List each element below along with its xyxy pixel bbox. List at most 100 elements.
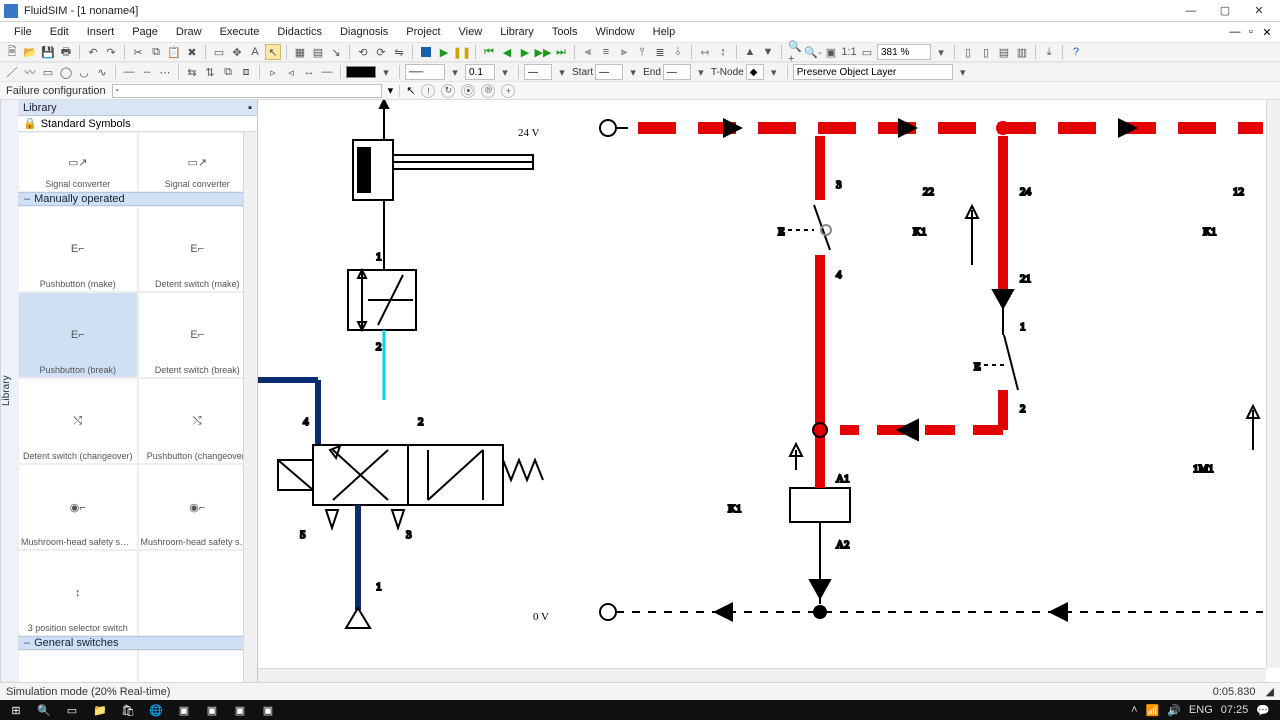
- step-fwd-icon[interactable]: ▶: [517, 44, 533, 60]
- lib-item[interactable]: [18, 650, 138, 682]
- rect-tool-icon[interactable]: ▭: [40, 64, 56, 80]
- cut-icon[interactable]: ✂: [130, 44, 146, 60]
- failure-dd-icon[interactable]: ▾: [388, 84, 394, 97]
- save-icon[interactable]: 💾: [40, 44, 56, 60]
- zoom-in-icon[interactable]: 🔍+: [787, 44, 803, 60]
- lib-item[interactable]: ◉⌐Mushroom-head safety sw…: [138, 464, 258, 550]
- ellipse-tool-icon[interactable]: ◯: [58, 64, 74, 80]
- menu-help[interactable]: Help: [645, 24, 684, 40]
- layout-a-icon[interactable]: ▯: [960, 44, 976, 60]
- ungroup-icon[interactable]: ⧈: [238, 64, 254, 80]
- rotate-left-icon[interactable]: ⟲: [355, 44, 371, 60]
- close-button[interactable]: ✕: [1242, 0, 1276, 22]
- flip-icon[interactable]: ⇋: [391, 44, 407, 60]
- open-file-icon[interactable]: 📂: [22, 44, 38, 60]
- node-style-dd-icon[interactable]: ▾: [766, 64, 782, 80]
- stop-button[interactable]: [418, 44, 434, 60]
- linestyle-solid-icon[interactable]: —: [121, 64, 137, 80]
- help-icon[interactable]: ?: [1068, 44, 1084, 60]
- node-style-field[interactable]: ◆: [746, 64, 764, 80]
- snap-icon[interactable]: ▤: [310, 44, 326, 60]
- menu-insert[interactable]: Insert: [79, 24, 123, 40]
- rotate-right-icon[interactable]: ⟳: [373, 44, 389, 60]
- menu-library[interactable]: Library: [492, 24, 542, 40]
- search-icon[interactable]: 🔍: [32, 700, 56, 720]
- redo-icon[interactable]: ↷: [103, 44, 119, 60]
- library-std-header[interactable]: 🔒 Standard Symbols: [18, 116, 257, 132]
- undo-icon[interactable]: ↶: [85, 44, 101, 60]
- canvas-vscrollbar[interactable]: [1266, 100, 1280, 668]
- lib-item[interactable]: ⤭Pushbutton (changeover): [138, 378, 258, 464]
- step-fwd2-icon[interactable]: ▶▶: [535, 44, 551, 60]
- zoom-dropdown-icon[interactable]: ▾: [933, 44, 949, 60]
- align-top-icon[interactable]: ⫯: [634, 44, 650, 60]
- zoom-page-icon[interactable]: ▭: [859, 44, 875, 60]
- status-resize-icon[interactable]: ◢: [1266, 685, 1274, 698]
- store-icon[interactable]: 🛍: [116, 700, 140, 720]
- layer-dd-icon[interactable]: ▾: [955, 64, 971, 80]
- tray-network-icon[interactable]: 📶: [1146, 704, 1160, 717]
- mdi-restore-icon[interactable]: ▫: [1244, 25, 1258, 39]
- arrow-both-icon[interactable]: ↔: [301, 64, 317, 80]
- lib-item[interactable]: [138, 650, 258, 682]
- arrow-end-icon[interactable]: ◃: [283, 64, 299, 80]
- menu-execute[interactable]: Execute: [212, 24, 268, 40]
- menu-didactics[interactable]: Didactics: [269, 24, 330, 40]
- zoom-field[interactable]: 381 %: [877, 44, 931, 60]
- grid-icon[interactable]: ▦: [292, 44, 308, 60]
- arrow-none-icon[interactable]: —: [319, 64, 335, 80]
- indicator-3-icon[interactable]: ⦿: [461, 84, 475, 98]
- spline-tool-icon[interactable]: ∿: [94, 64, 110, 80]
- copy-icon[interactable]: ⧉: [148, 44, 164, 60]
- tray-notifications-icon[interactable]: 💬: [1256, 704, 1270, 717]
- connector-icon[interactable]: ↘: [328, 44, 344, 60]
- export-icon[interactable]: ⤓: [1041, 44, 1057, 60]
- canvas-hscrollbar[interactable]: [258, 668, 1266, 682]
- polyline-tool-icon[interactable]: 〰: [22, 64, 38, 80]
- menu-draw[interactable]: Draw: [168, 24, 210, 40]
- minimize-button[interactable]: —: [1174, 0, 1208, 22]
- lib-item[interactable]: ↕3 position selector switch: [18, 550, 138, 636]
- library-close-icon[interactable]: ▪: [248, 102, 252, 114]
- tray-clock[interactable]: 07:25: [1221, 704, 1249, 716]
- align-bot-icon[interactable]: ⫰: [670, 44, 686, 60]
- taskview-icon[interactable]: ▭: [60, 700, 84, 720]
- lib-category-manual[interactable]: – Manually operated: [18, 192, 257, 206]
- line-tool-icon[interactable]: ／: [4, 64, 20, 80]
- explorer-icon[interactable]: 📁: [88, 700, 112, 720]
- paste-icon[interactable]: 📋: [166, 44, 182, 60]
- pointer-icon[interactable]: ↖: [406, 84, 415, 97]
- distribute-v-icon[interactable]: ↕: [715, 44, 731, 60]
- lib-item[interactable]: ▭↗ Signal converter: [138, 132, 258, 192]
- menu-window[interactable]: Window: [588, 24, 643, 40]
- tray-chevron-icon[interactable]: ˄: [1131, 704, 1137, 716]
- start-arrow-dd-icon[interactable]: ▾: [554, 64, 570, 80]
- mdi-minimize-icon[interactable]: —: [1228, 25, 1242, 39]
- app-task-icon[interactable]: ▣: [200, 700, 224, 720]
- failure-select[interactable]: -: [112, 84, 382, 98]
- start-button[interactable]: ⊞: [4, 700, 28, 720]
- tnode-field[interactable]: —: [663, 64, 691, 80]
- end-arrow-dd-icon[interactable]: ▾: [625, 64, 641, 80]
- end-arrow-field[interactable]: —: [595, 64, 623, 80]
- align-mid-icon[interactable]: ≣: [652, 44, 668, 60]
- menu-tools[interactable]: Tools: [544, 24, 586, 40]
- align-center-icon[interactable]: ≡: [598, 44, 614, 60]
- start-arrow-field[interactable]: —: [524, 64, 552, 80]
- line-pattern-dropdown-icon[interactable]: ▾: [447, 64, 463, 80]
- step-last-icon[interactable]: ⏭: [553, 44, 569, 60]
- indicator-1-icon[interactable]: !: [421, 84, 435, 98]
- tnode-dd-icon[interactable]: ▾: [693, 64, 709, 80]
- lib-item[interactable]: ⤭Detent switch (changeover): [18, 378, 138, 464]
- align-right-icon[interactable]: ⫸: [616, 44, 632, 60]
- play-button[interactable]: ▶: [436, 44, 452, 60]
- distribute-h-icon[interactable]: ⇿: [697, 44, 713, 60]
- flip-h-icon[interactable]: ⇆: [184, 64, 200, 80]
- menu-file[interactable]: File: [6, 24, 40, 40]
- lib-item[interactable]: E⌐Pushbutton (make): [18, 206, 138, 292]
- line-pattern-field[interactable]: ──: [405, 64, 445, 80]
- new-file-icon[interactable]: 🗎: [4, 44, 20, 60]
- linestyle-dot-icon[interactable]: ⋯: [157, 64, 173, 80]
- bring-front-icon[interactable]: ▲: [742, 44, 758, 60]
- library-side-tab[interactable]: Library: [0, 100, 18, 682]
